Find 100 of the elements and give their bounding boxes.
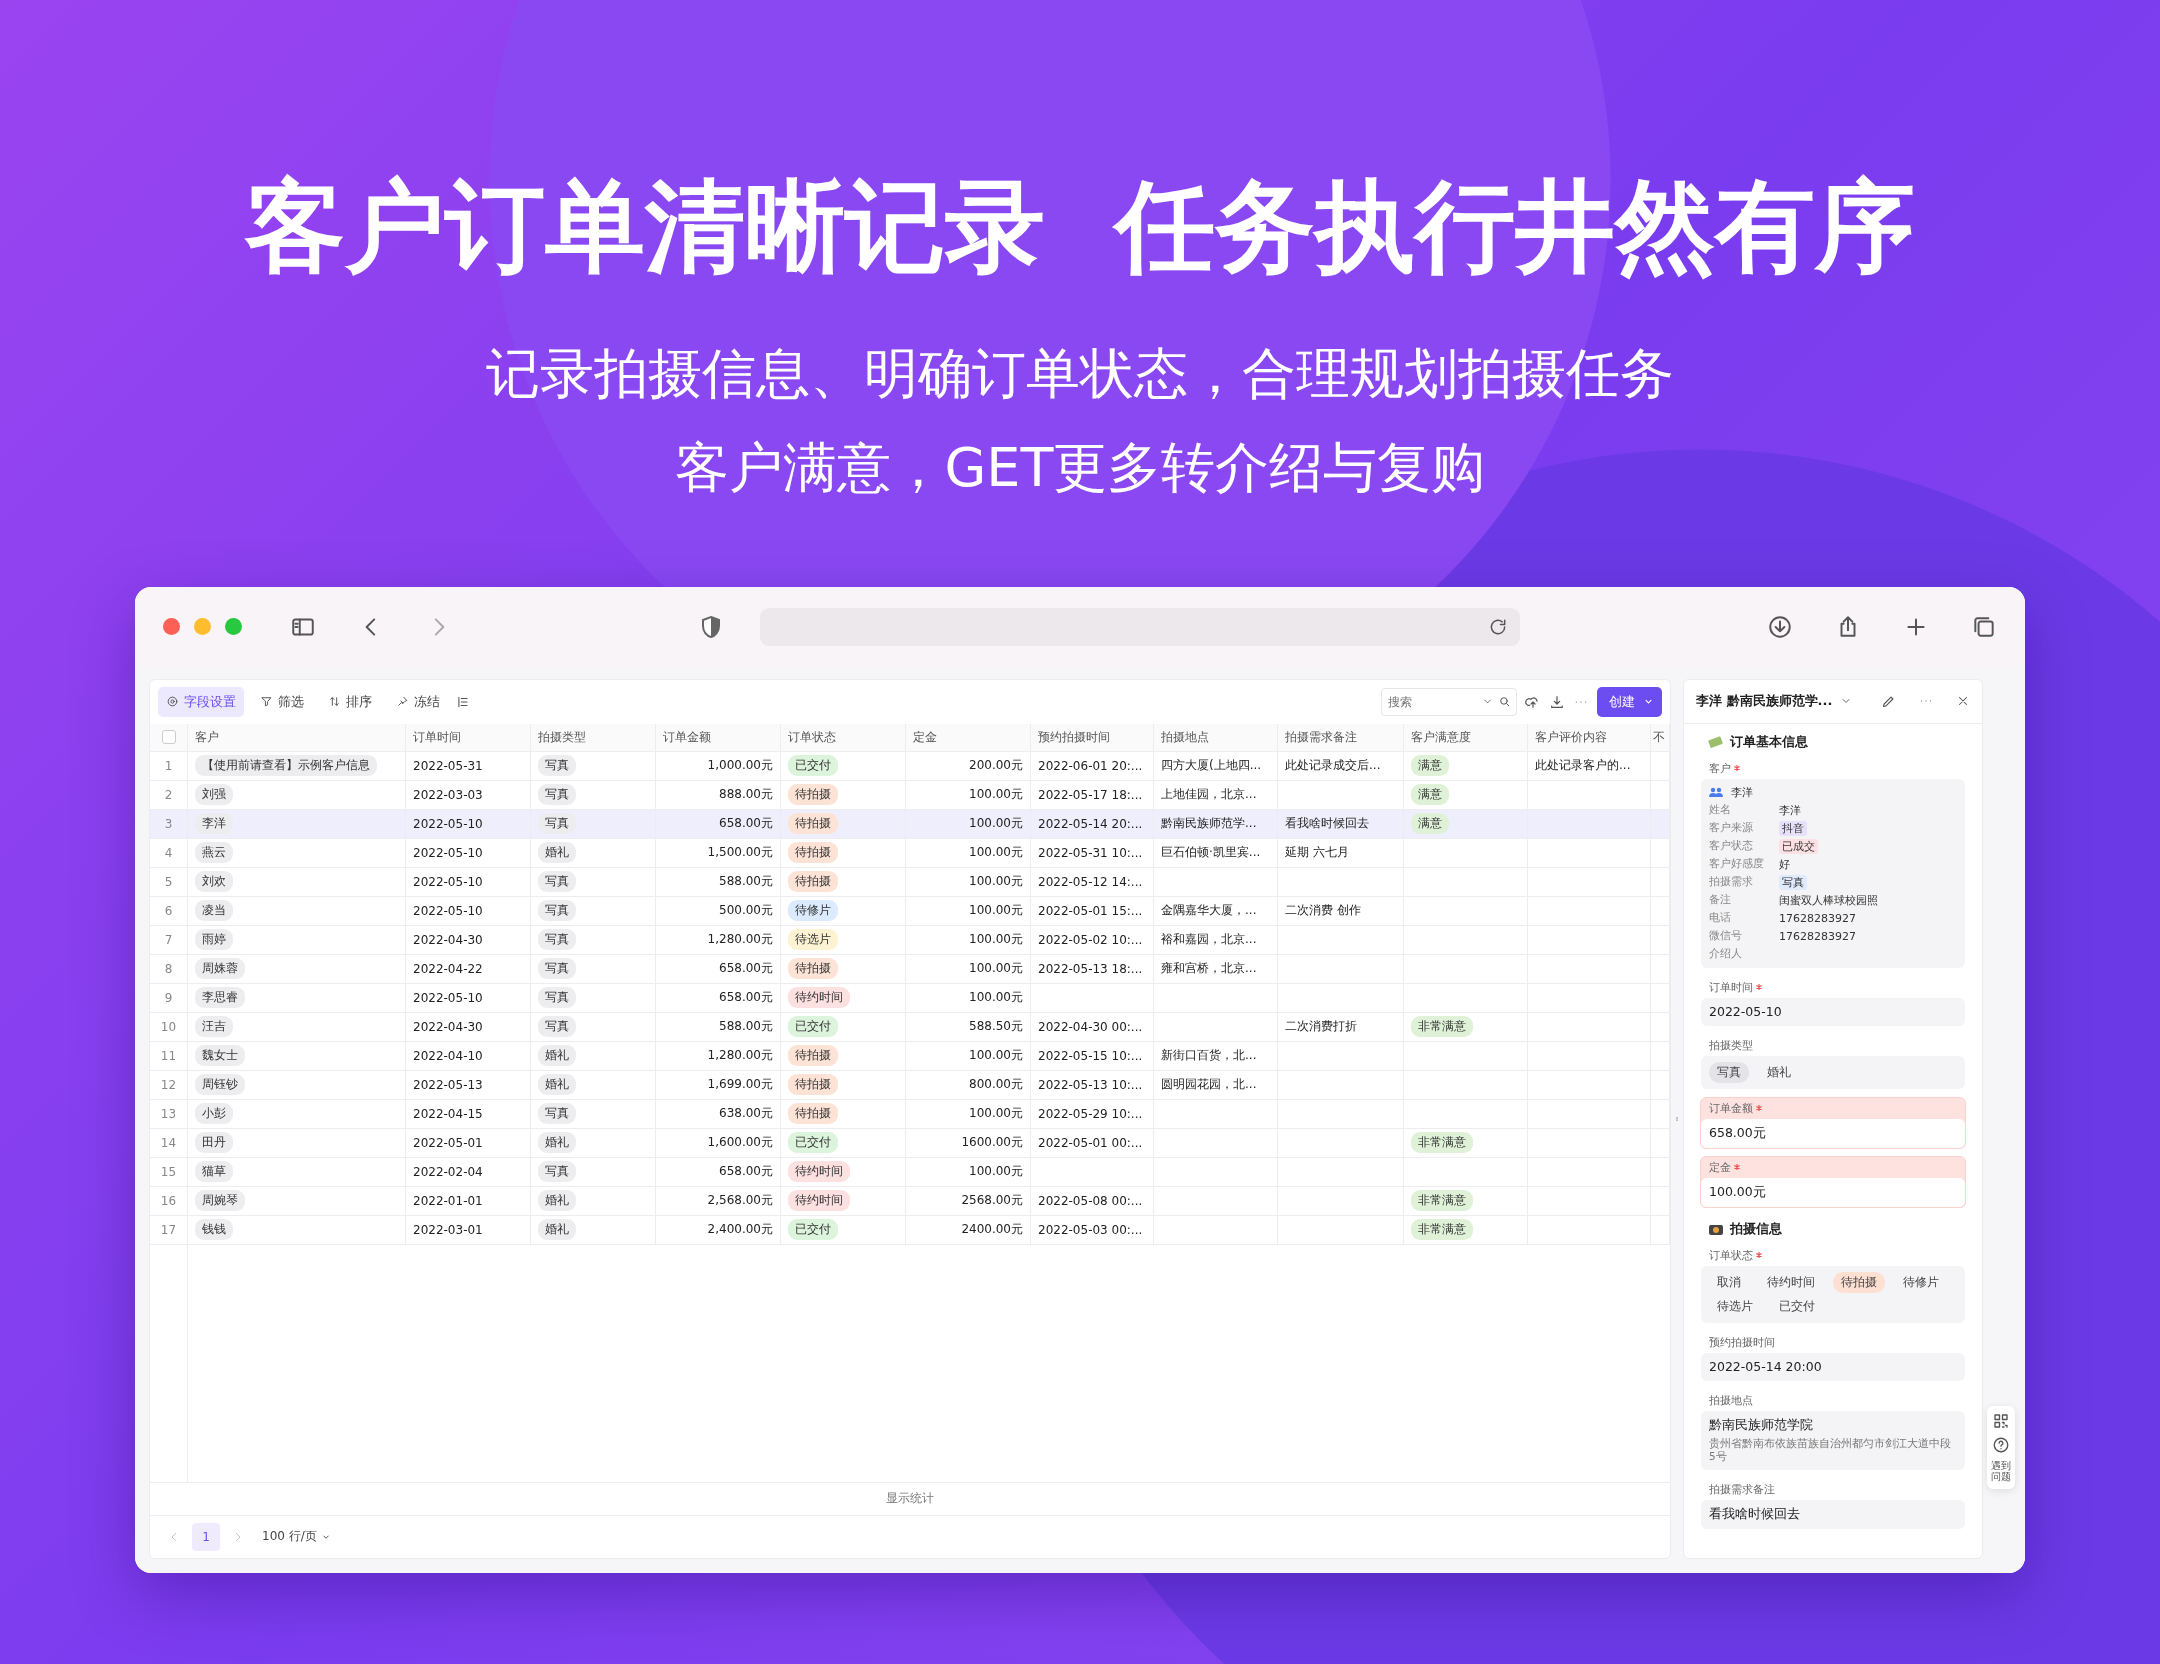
show-stats-label[interactable]: 显示统计 — [886, 1490, 934, 1508]
field-label: 订单时间 — [1709, 979, 1753, 995]
field-value[interactable]: 100.00元 — [1701, 1177, 1965, 1207]
table-row[interactable]: 15 猫草 2022-02-04 写真 658.00元 待约时间 100.00元 — [150, 1157, 1670, 1187]
table-cell-text: 200.00元 — [969, 757, 1023, 775]
table-cell-text: 100.00元 — [969, 1163, 1023, 1181]
page-button[interactable]: 1 — [192, 1522, 220, 1551]
customer-tag: 小彭 — [195, 1103, 233, 1125]
table-row[interactable]: 14 田丹 2022-05-01 婚礼 1,600.00元 已交付 1600.00元 2022-05-01 00:... 非常满意 — [150, 1128, 1670, 1158]
headline: 客户订单清晰记录 任务执行井然有序 — [245, 167, 1915, 287]
satisfaction-tag: 非常满意 — [1411, 1190, 1473, 1212]
column-header: 拍摄类型 — [538, 728, 586, 746]
table-row[interactable]: 3 李洋 2022-05-10 写真 658.00元 待拍摄 100.00元 2022-05-14 20:... 黔南民族师范学... 看我啥时候回去 满意 — [150, 809, 1670, 839]
table-row[interactable]: 13 小彭 2022-04-15 写真 638.00元 待拍摄 100.00元 2022-05-29 10:... — [150, 1099, 1670, 1129]
type-tag: 写真 — [538, 784, 576, 806]
table-cell-text: 二次消费 创作 — [1285, 902, 1361, 920]
table-cell-text: 2022-05-31 — [413, 758, 483, 773]
customer-tag: 凌当 — [195, 900, 233, 922]
location-field[interactable]: 黔南民族师范学院 贵州省黔南布依族苗族自治州都匀市剑江大道中段5号 — [1701, 1410, 1965, 1470]
table-row[interactable]: 11 魏女士 2022-04-10 婚礼 1,280.00元 待拍摄 100.00元 2022-05-15 10:... 新街口百货，北... — [150, 1041, 1670, 1071]
row-number: 14 — [160, 1135, 177, 1150]
close-dot[interactable] — [163, 618, 180, 636]
page-size-select[interactable]: 100 行/页 — [256, 1527, 337, 1547]
table-cell-text: 100.00元 — [969, 902, 1023, 920]
table-cell-text: 2022-05-31 10:... — [1038, 845, 1143, 860]
table-cell-text: 新街口百货，北... — [1161, 1047, 1257, 1065]
table-cell-text: 1,280.00元 — [707, 931, 773, 949]
option[interactable]: 婚礼 — [1759, 1061, 1799, 1083]
table-row[interactable]: 6 凌当 2022-05-10 写真 500.00元 待修片 100.00元 2022-05-01 15:... 金隅嘉华大厦，... 二次消费 创作 — [150, 896, 1670, 926]
option[interactable]: 写真 — [1709, 1061, 1749, 1083]
search-icon[interactable] — [1498, 694, 1511, 708]
status-tag: 待拍摄 — [788, 1074, 838, 1096]
table-row[interactable]: 2 刘强 2022-03-03 写真 888.00元 待拍摄 100.00元 2022-05-17 18:... 上地佳园，北京... 满意 — [150, 780, 1670, 810]
field-value[interactable]: 2022-05-10 — [1701, 997, 1965, 1026]
column-header: 订单金额 — [663, 728, 711, 746]
toolbar-button[interactable]: 筛选 — [252, 686, 312, 717]
help-icon[interactable] — [1992, 1435, 2010, 1454]
option[interactable]: 待修片 — [1895, 1271, 1947, 1293]
download-icon[interactable] — [1767, 613, 1793, 640]
table-cell-text: 2022-05-08 00:... — [1038, 1193, 1143, 1208]
field-label: 拍摄地点 — [1709, 1392, 1753, 1408]
option[interactable]: 已交付 — [1771, 1295, 1823, 1317]
field-value[interactable]: 看我啥时候回去 — [1701, 1499, 1965, 1529]
row-number: 17 — [160, 1222, 177, 1237]
table-cell-text: 金隅嘉华大厦，... — [1161, 902, 1257, 920]
detail-label: 微信号 — [1709, 929, 1743, 944]
toolbar-button[interactable]: 冻结 — [388, 686, 448, 717]
row-number: 7 — [164, 932, 173, 947]
detail-value: 17628283927 — [1779, 911, 1857, 925]
table-cell-text: 2022-05-13 — [413, 1077, 483, 1092]
table-row[interactable]: 1 【使用前请查看】示例客户信息 2022-05-31 写真 1,000.00元 已交付 200.00元 2022-06-01 20:... 四方大厦(上地四... 此处记录成交后... 满意 此处记录客户的... — [150, 751, 1670, 781]
table-row[interactable]: 10 汪吉 2022-04-30 写真 588.00元 已交付 588.50元 2022-04-30 00:... 二次消费打折 非常满意 — [150, 1012, 1670, 1042]
option[interactable]: 待约时间 — [1759, 1271, 1823, 1293]
table-cell-text: 2022-05-02 10:... — [1038, 932, 1143, 947]
row-number: 12 — [160, 1077, 177, 1092]
field-value[interactable]: 658.00元 — [1701, 1118, 1965, 1148]
field-label: 拍摄需求备注 — [1709, 1481, 1775, 1497]
table-row[interactable]: 4 燕云 2022-05-10 婚礼 1,500.00元 待拍摄 100.00元 2022-05-31 10:... 巨石伯顿·凯里宾... 延期 六七月 — [150, 838, 1670, 868]
customer-card[interactable]: 李洋 姓名 李洋 客户来源 抖音 客户状态 已成交 客户好感度 好 拍摄需求 写真 备注 闺蜜双人棒球校园照 电话 17628283927 微信号 17628283927 介绍人 — [1701, 778, 1965, 968]
detail-label: 客户状态 — [1709, 839, 1754, 854]
table-row[interactable]: 17 钱钱 2022-03-01 婚礼 2,400.00元 已交付 2400.00元 2022-05-03 00:... 非常满意 — [150, 1215, 1670, 1245]
download-icon[interactable] — [1549, 693, 1565, 710]
table-row[interactable]: 7 雨婷 2022-04-30 写真 1,280.00元 待选片 100.00元 2022-05-02 10:... 裕和嘉园，北京... — [150, 925, 1670, 955]
customer-tag: 周姝蓉 — [195, 958, 245, 980]
option[interactable]: 待拍摄 — [1833, 1271, 1885, 1293]
table-row[interactable]: 5 刘欢 2022-05-10 写真 588.00元 待拍摄 100.00元 2022-05-12 14:... — [150, 867, 1670, 897]
option[interactable]: 待选片 — [1709, 1295, 1761, 1317]
option[interactable]: 取消 — [1709, 1271, 1749, 1293]
camera-icon — [1708, 1222, 1724, 1237]
row-height-icon[interactable] — [456, 694, 470, 709]
table-cell-text: 2568.00元 — [961, 1192, 1023, 1210]
table-cell-text: 888.00元 — [719, 786, 773, 804]
help-label[interactable]: 遇到问题 — [1991, 1459, 2011, 1483]
type-tag: 写真 — [538, 871, 576, 893]
field-value[interactable]: 2022-05-14 20:00 — [1701, 1352, 1965, 1381]
toolbar-button[interactable]: 字段设置 — [158, 686, 244, 717]
type-tag: 写真 — [538, 813, 576, 835]
table-row[interactable]: 16 周婉琴 2022-01-01 婚礼 2,568.00元 待约时间 2568.00元 2022-05-08 00:... 非常满意 — [150, 1186, 1670, 1216]
minimize-dot[interactable] — [194, 618, 211, 636]
type-tag: 写真 — [538, 958, 576, 980]
toolbar-button[interactable]: 排序 — [320, 686, 380, 717]
qr-code-icon[interactable] — [1992, 1411, 2010, 1430]
search-field[interactable]: 搜索 — [1381, 687, 1517, 716]
row-number: 6 — [164, 903, 173, 918]
table-cell-text: 100.00元 — [969, 1047, 1023, 1065]
table-cell-text: 2022-04-10 — [413, 1048, 483, 1063]
maximize-dot[interactable] — [225, 618, 242, 636]
checkbox[interactable] — [161, 730, 176, 745]
table-row[interactable]: 8 周姝蓉 2022-04-22 写真 658.00元 待拍摄 100.00元 2022-05-13 18:... 雍和宫桥，北京... — [150, 954, 1670, 984]
customer-tag: 周婉琴 — [195, 1190, 245, 1212]
table-row[interactable]: 9 李思睿 2022-05-10 写真 658.00元 待约时间 100.00元 — [150, 983, 1670, 1013]
subtitle: 客户满意，GET更多转介绍与复购 — [674, 435, 1486, 501]
type-tag: 婚礼 — [538, 1219, 576, 1241]
table-cell-text: 四方大厦(上地四... — [1161, 757, 1262, 775]
table-row[interactable]: 12 周钰钞 2022-05-13 婚礼 1,699.00元 待拍摄 800.00元 2022-05-13 10:... 圆明园花园，北... — [150, 1070, 1670, 1100]
shield-icon[interactable] — [699, 614, 722, 639]
create-button[interactable]: 创建 — [1597, 686, 1662, 717]
table-cell-text: 此处记录成交后... — [1285, 757, 1381, 775]
row-number: 11 — [160, 1048, 177, 1063]
detail-value: 闺蜜双人棒球校园照 — [1779, 892, 1879, 908]
